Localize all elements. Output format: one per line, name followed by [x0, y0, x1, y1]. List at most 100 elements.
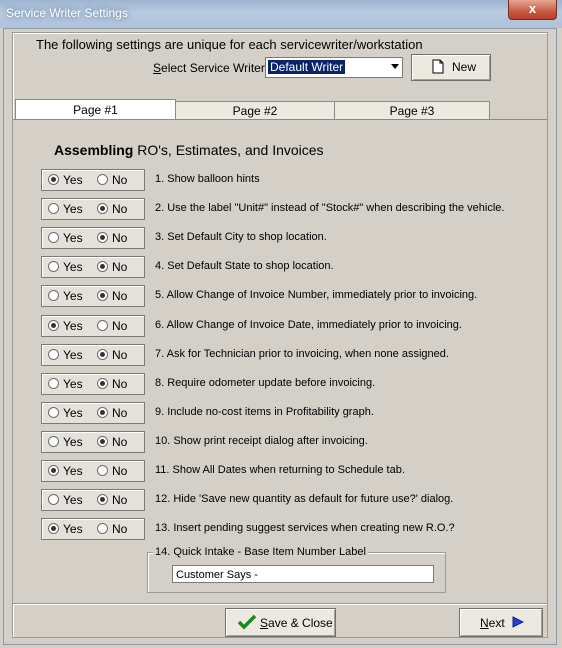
yes-no-group: Yes No [41, 431, 145, 453]
yes-radio[interactable] [48, 494, 59, 505]
yes-radio[interactable] [48, 290, 59, 301]
setting-text: 8. Require odometer update before invoic… [155, 377, 376, 389]
no-label: No [112, 260, 128, 274]
yes-no-group: Yes No [41, 460, 145, 482]
button-bar: Save & Close Next [13, 603, 547, 638]
yes-label: Yes [63, 260, 83, 274]
no-label: No [112, 173, 128, 187]
yes-no-group: Yes No [41, 402, 145, 424]
settings-window: The following settings are unique for ea… [3, 28, 557, 645]
no-radio[interactable] [97, 232, 108, 243]
quick-intake-group: 14. Quick Intake - Base Item Number Labe… [147, 546, 446, 593]
title-bar: Service Writer Settings x [0, 0, 562, 28]
yes-no-group: Yes No [41, 373, 145, 395]
no-radio[interactable] [97, 261, 108, 272]
save-close-label: Save & Close [260, 616, 333, 630]
yes-label: Yes [63, 231, 83, 245]
no-label: No [112, 493, 128, 507]
setting-text: 10. Show print receipt dialog after invo… [155, 435, 368, 447]
no-radio[interactable] [97, 523, 108, 534]
setting-text: 1. Show balloon hints [155, 173, 260, 185]
no-label: No [112, 231, 128, 245]
quick-intake-legend: 14. Quick Intake - Base Item Number Labe… [153, 546, 368, 558]
no-radio[interactable] [97, 407, 108, 418]
yes-radio[interactable] [48, 232, 59, 243]
yes-label: Yes [63, 202, 83, 216]
yes-radio[interactable] [48, 523, 59, 534]
save-close-button[interactable]: Save & Close [225, 608, 336, 637]
yes-no-group: Yes No [41, 315, 145, 337]
no-radio[interactable] [97, 465, 108, 476]
tab-page-1[interactable]: Page #1 [15, 99, 176, 120]
no-radio[interactable] [97, 174, 108, 185]
no-label: No [112, 406, 128, 420]
setting-text: 6. Allow Change of Invoice Date, immedia… [155, 319, 462, 331]
yes-radio[interactable] [48, 261, 59, 272]
yes-no-group: Yes No [41, 489, 145, 511]
tab-page-2[interactable]: Page #2 [175, 101, 335, 120]
no-radio[interactable] [97, 349, 108, 360]
no-radio[interactable] [97, 494, 108, 505]
yes-no-group: Yes No [41, 227, 145, 249]
new-document-icon [432, 59, 444, 74]
setting-text: 11. Show All Dates when returning to Sch… [155, 464, 405, 476]
setting-text: 4. Set Default State to shop location. [155, 260, 334, 272]
next-button[interactable]: Next [459, 608, 543, 637]
no-radio[interactable] [97, 320, 108, 331]
service-writer-select[interactable]: Default Writer [265, 57, 403, 78]
no-label: No [112, 289, 128, 303]
yes-label: Yes [63, 377, 83, 391]
yes-radio[interactable] [48, 407, 59, 418]
next-label: Next [480, 616, 505, 630]
yes-no-group: Yes No [41, 169, 145, 191]
no-label: No [112, 202, 128, 216]
new-button[interactable]: New [411, 54, 491, 81]
no-radio[interactable] [97, 378, 108, 389]
window-title: Service Writer Settings [6, 6, 128, 20]
new-button-label: New [452, 60, 477, 74]
yes-label: Yes [63, 493, 83, 507]
yes-label: Yes [63, 406, 83, 420]
yes-label: Yes [63, 464, 83, 478]
setting-text: 5. Allow Change of Invoice Number, immed… [155, 289, 478, 301]
no-radio[interactable] [97, 436, 108, 447]
yes-radio[interactable] [48, 203, 59, 214]
yes-radio[interactable] [48, 378, 59, 389]
no-label: No [112, 319, 128, 333]
close-button[interactable]: x [508, 0, 557, 20]
no-label: No [112, 464, 128, 478]
arrow-right-icon [512, 616, 524, 628]
checkmark-icon [238, 614, 256, 630]
info-text: The following settings are unique for ea… [36, 37, 423, 52]
yes-no-group: Yes No [41, 344, 145, 366]
yes-radio[interactable] [48, 174, 59, 185]
tab-content: Assembling RO's, Estimates, and Invoices… [13, 119, 547, 603]
yes-label: Yes [63, 289, 83, 303]
yes-no-group: Yes No [41, 198, 145, 220]
no-label: No [112, 348, 128, 362]
yes-label: Yes [63, 173, 83, 187]
setting-text: 9. Include no-cost items in Profitabilit… [155, 406, 374, 418]
no-label: No [112, 377, 128, 391]
no-label: No [112, 522, 128, 536]
yes-no-group: Yes No [41, 285, 145, 307]
quick-intake-input[interactable]: Customer Says - [172, 565, 434, 583]
yes-radio[interactable] [48, 436, 59, 447]
setting-text: 3. Set Default City to shop location. [155, 231, 327, 243]
select-writer-label: Select Service Writer [153, 61, 265, 75]
yes-label: Yes [63, 348, 83, 362]
service-writer-value: Default Writer [268, 60, 346, 74]
no-radio[interactable] [97, 290, 108, 301]
no-radio[interactable] [97, 203, 108, 214]
setting-text: 12. Hide 'Save new quantity as default f… [155, 493, 454, 505]
yes-radio[interactable] [48, 349, 59, 360]
yes-radio[interactable] [48, 465, 59, 476]
tab-page-3[interactable]: Page #3 [334, 101, 490, 120]
yes-radio[interactable] [48, 320, 59, 331]
yes-label: Yes [63, 522, 83, 536]
yes-label: Yes [63, 435, 83, 449]
setting-text: 13. Insert pending suggest services when… [155, 522, 455, 534]
chevron-down-icon[interactable] [391, 64, 399, 69]
setting-text: 7. Ask for Technician prior to invoicing… [155, 348, 449, 360]
yes-no-group: Yes No [41, 518, 145, 540]
